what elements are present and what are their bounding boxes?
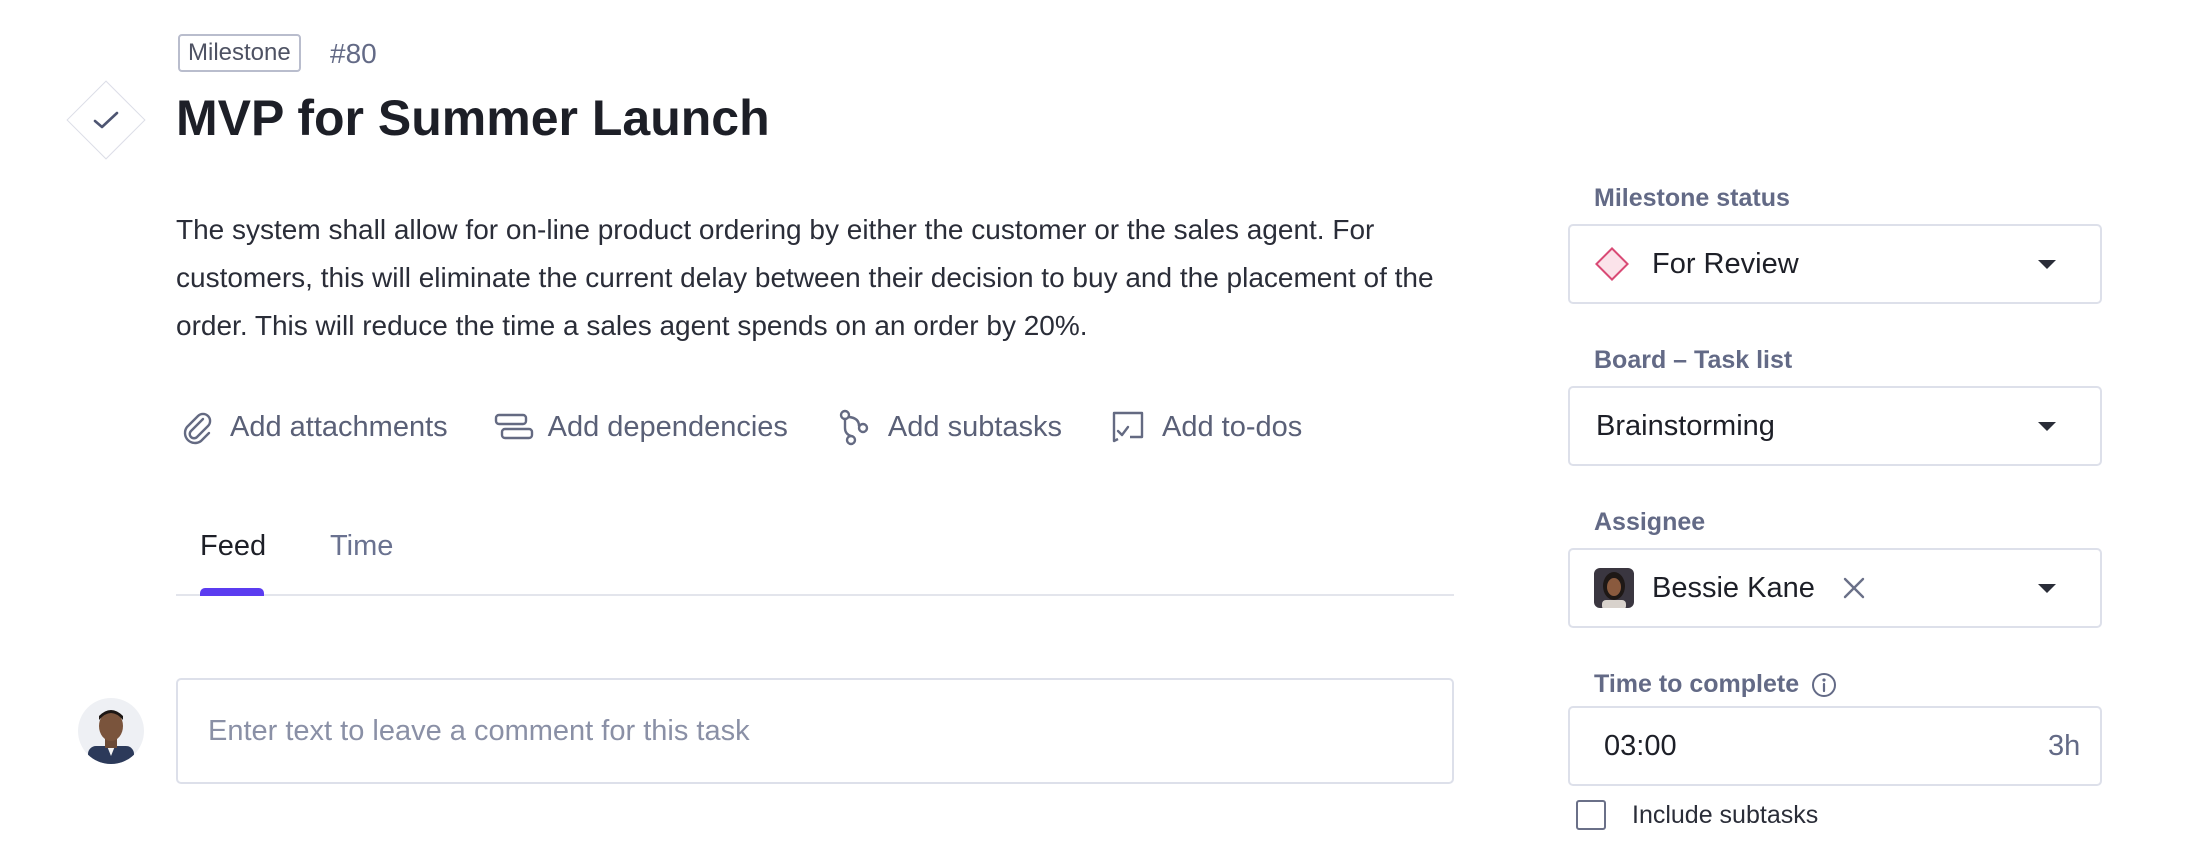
complete-task-button[interactable] (86, 100, 126, 140)
board-select[interactable]: Brainstorming (1568, 386, 2102, 466)
comment-input[interactable] (176, 678, 1454, 784)
status-value: For Review (1652, 248, 1799, 280)
add-todos-label: Add to-dos (1162, 410, 1303, 443)
assignee-value: Bessie Kane (1652, 572, 1815, 604)
include-subtasks-checkbox[interactable] (1576, 800, 1606, 830)
chevron-down-icon (2038, 584, 2056, 593)
time-field-label-text: Time to complete (1594, 670, 1800, 698)
assignee-select[interactable]: Bessie Kane (1568, 548, 2102, 628)
board-field-label: Board – Task list (1594, 346, 1793, 374)
chevron-down-icon (2038, 422, 2056, 431)
time-suffix: 3h (2048, 730, 2081, 762)
tab-feed[interactable]: Feed (200, 530, 266, 563)
tab-time[interactable]: Time (330, 530, 393, 563)
checkmark-icon (93, 111, 119, 129)
todo-icon (1108, 407, 1148, 447)
dependencies-icon (494, 407, 534, 447)
board-value: Brainstorming (1596, 410, 1775, 442)
task-detail-page: Milestone #80 MVP for Summer Launch The … (0, 0, 2196, 862)
time-field-label: Time to complete (1594, 670, 1837, 699)
task-tabs: Feed Time (176, 522, 1454, 596)
add-dependencies-label: Add dependencies (547, 410, 788, 443)
add-subtasks-label: Add subtasks (887, 410, 1063, 443)
add-attachments-button[interactable]: Add attachments (176, 407, 448, 447)
subtasks-icon (834, 407, 874, 447)
info-icon[interactable] (1811, 672, 1837, 698)
task-title[interactable]: MVP for Summer Launch (176, 86, 770, 150)
include-subtasks-label[interactable]: Include subtasks (1632, 798, 1818, 832)
status-select[interactable]: For Review (1568, 224, 2102, 304)
task-number: #80 (330, 38, 377, 69)
active-tab-indicator (200, 588, 264, 596)
time-to-complete-input[interactable] (1568, 706, 2102, 786)
close-icon (1843, 577, 1865, 599)
task-description[interactable]: The system shall allow for on-line produ… (176, 206, 1466, 350)
add-todos-button[interactable]: Add to-dos (1108, 407, 1302, 447)
assignee-avatar (1594, 568, 1634, 608)
assignee-field-label: Assignee (1594, 508, 1706, 536)
paperclip-icon (176, 407, 216, 447)
current-user-avatar (78, 698, 144, 764)
task-actions: Add attachments Add dependencies Add sub… (176, 404, 1348, 450)
add-dependencies-button[interactable]: Add dependencies (494, 407, 788, 447)
status-diamond-icon (1595, 247, 1629, 281)
add-attachments-label: Add attachments (230, 410, 448, 443)
chevron-down-icon (2038, 260, 2056, 269)
status-field-label: Milestone status (1594, 184, 1790, 212)
add-subtasks-button[interactable]: Add subtasks (834, 407, 1062, 447)
task-type-badge: Milestone (178, 34, 301, 72)
remove-assignee-button[interactable] (1840, 574, 1868, 602)
